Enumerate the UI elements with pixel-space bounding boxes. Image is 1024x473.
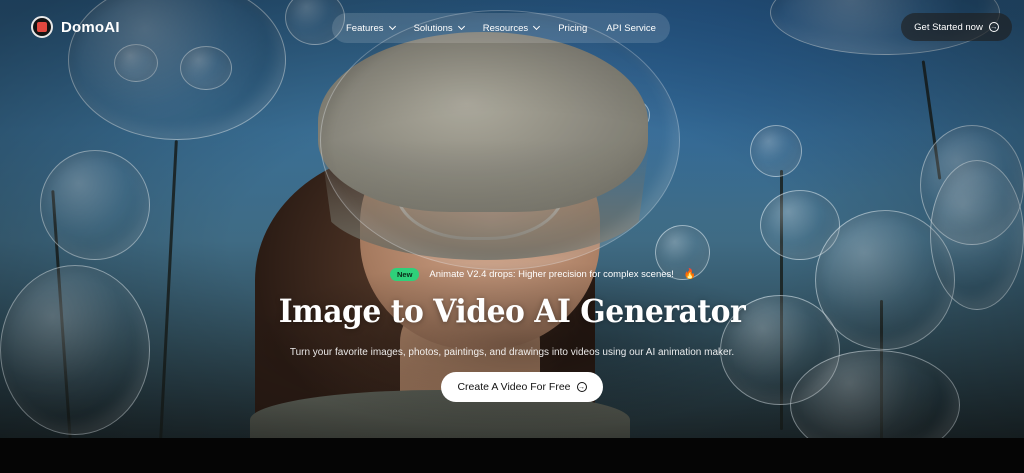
nav-item-label: API Service (606, 22, 656, 34)
chevron-down-icon (457, 22, 465, 31)
nav-item-api-service[interactable]: API Service (606, 23, 656, 34)
nav-item-label: Resources (482, 22, 529, 34)
brand-logo[interactable]: DomoAI (31, 16, 120, 38)
new-badge: New (390, 268, 420, 281)
brand-name: DomoAI (61, 18, 120, 36)
domoai-logo-icon (31, 16, 53, 38)
chevron-down-icon (388, 22, 396, 31)
page-bottom-strip (0, 438, 1024, 473)
nav-item-label: Pricing (558, 22, 588, 34)
announcement-text: Animate V2.4 drops: Higher precision for… (429, 269, 674, 280)
announcement-banner[interactable]: New Animate V2.4 drops: Higher precision… (390, 268, 696, 281)
nav-item-label: Solutions (413, 22, 453, 34)
top-navigation: DomoAI Features Solutions Resources Pric… (0, 0, 1024, 56)
nav-item-features[interactable]: Features (346, 22, 396, 34)
nav-item-resources[interactable]: Resources (482, 22, 541, 34)
chevron-down-icon (533, 22, 541, 31)
nav-item-solutions[interactable]: Solutions (413, 22, 465, 34)
arrow-right-circle-icon: → (988, 22, 999, 32)
create-video-button[interactable]: Create A Video For Free → (441, 372, 603, 402)
nav-item-label: Features (346, 22, 384, 34)
nav-item-pricing[interactable]: Pricing (558, 23, 587, 34)
get-started-button[interactable]: Get Started now → (901, 13, 1012, 41)
create-video-label: Create A Video For Free (457, 381, 571, 393)
hero-subtitle: Turn your favorite images, photos, paint… (289, 347, 735, 358)
fire-icon: 🔥 (683, 269, 697, 280)
arrow-right-circle-icon: → (576, 382, 587, 392)
text-backdrop (240, 260, 800, 430)
get-started-label: Get Started now (914, 21, 983, 33)
page-title: Image to Video AI Generator (278, 292, 746, 330)
main-menu: Features Solutions Resources Pricing API… (332, 13, 670, 43)
